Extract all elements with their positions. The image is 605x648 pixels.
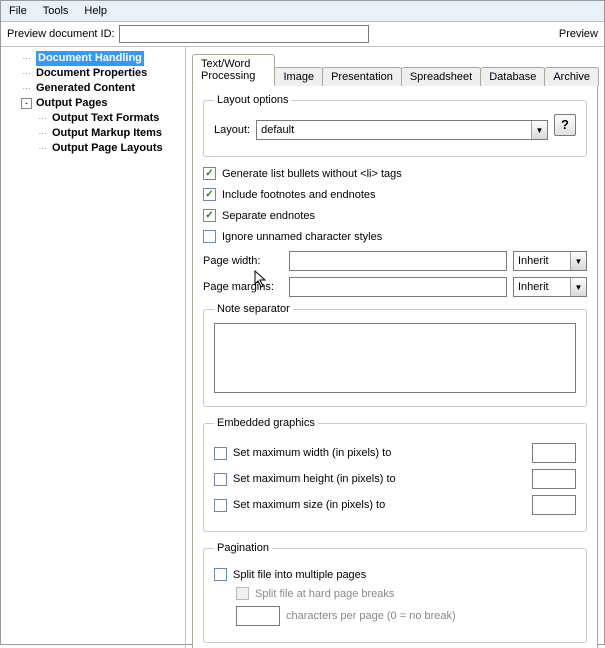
- tab-database[interactable]: Database: [480, 67, 545, 86]
- split-hard-label: Split file at hard page breaks: [255, 588, 394, 600]
- layout-select[interactable]: default ▼: [256, 120, 548, 140]
- tree-item-label: Output Pages: [36, 96, 108, 111]
- gen-bullets-checkbox[interactable]: [203, 167, 216, 180]
- embedded-graphics-legend: Embedded graphics: [214, 417, 318, 429]
- max-width-checkbox[interactable]: [214, 447, 227, 460]
- layout-options-group: Layout options ? Layout: default ▼: [203, 94, 587, 157]
- tree-item-label: Output Page Layouts: [52, 141, 163, 156]
- max-size-input[interactable]: [532, 495, 576, 515]
- note-separator-legend: Note separator: [214, 303, 293, 315]
- menubar: File Tools Help: [1, 1, 604, 22]
- tree-item[interactable]: ⋯ Document Handling: [3, 51, 183, 66]
- pagination-legend: Pagination: [214, 542, 272, 554]
- tree-item-label: Document Handling: [36, 51, 144, 66]
- ignore-styles-checkbox[interactable]: [203, 230, 216, 243]
- chars-per-page-label: characters per page (0 = no break): [286, 610, 456, 622]
- separate-endnotes-label: Separate endnotes: [222, 210, 315, 222]
- tree-item[interactable]: ⋯ Output Markup Items: [3, 126, 183, 141]
- chevron-down-icon: ▼: [570, 278, 586, 296]
- tree-item[interactable]: ⋯ Document Properties: [3, 66, 183, 81]
- preview-id-input[interactable]: [119, 25, 369, 43]
- tree-connector-icon: ⋯: [37, 126, 48, 141]
- split-pages-checkbox[interactable]: [214, 568, 227, 581]
- max-size-label: Set maximum size (in pixels) to: [233, 499, 526, 511]
- max-width-label: Set maximum width (in pixels) to: [233, 447, 526, 459]
- tab-archive[interactable]: Archive: [544, 67, 599, 86]
- max-height-label: Set maximum height (in pixels) to: [233, 473, 526, 485]
- tree-expander-icon[interactable]: -: [21, 98, 32, 109]
- toolbar: Preview document ID: Preview: [1, 22, 604, 47]
- pagination-group: Pagination Split file into multiple page…: [203, 542, 587, 643]
- help-button[interactable]: ?: [554, 114, 576, 136]
- layout-label: Layout:: [214, 124, 250, 136]
- chevron-down-icon: ▼: [531, 121, 547, 139]
- footnotes-label: Include footnotes and endnotes: [222, 189, 376, 201]
- max-width-input[interactable]: [532, 443, 576, 463]
- tree-connector-icon: ⋯: [21, 81, 32, 96]
- tab-presentation[interactable]: Presentation: [322, 67, 402, 86]
- page-margins-label: Page margins:: [203, 281, 283, 293]
- tree-connector-icon: ⋯: [37, 111, 48, 126]
- tree-item[interactable]: ⋯ Output Text Formats: [3, 111, 183, 126]
- max-height-input[interactable]: [532, 469, 576, 489]
- chars-per-page-input: [236, 606, 280, 626]
- tree-item-label: Output Markup Items: [52, 126, 162, 141]
- page-margins-input[interactable]: [289, 277, 507, 297]
- chevron-down-icon: ▼: [570, 252, 586, 270]
- ignore-styles-label: Ignore unnamed character styles: [222, 231, 382, 243]
- preview-id-label: Preview document ID:: [7, 28, 115, 40]
- split-pages-label: Split file into multiple pages: [233, 569, 366, 581]
- preview-button[interactable]: Preview: [559, 28, 598, 40]
- nav-tree[interactable]: ⋯ Document Handling ⋯ Document Properties ⋯ G…: [1, 47, 186, 648]
- tabbar: Text/Word ProcessingImagePresentationSpr…: [192, 53, 598, 86]
- page-width-units-value: Inherit: [514, 255, 570, 267]
- layout-options-legend: Layout options: [214, 94, 292, 106]
- tree-item[interactable]: ⋯ Generated Content: [3, 81, 183, 96]
- tree-item-label: Document Properties: [36, 66, 147, 81]
- embedded-graphics-group: Embedded graphics Set maximum width (in …: [203, 417, 587, 532]
- gen-bullets-label: Generate list bullets without <li> tags: [222, 168, 402, 180]
- page-margins-units[interactable]: Inherit ▼: [513, 277, 587, 297]
- note-separator-group: Note separator: [203, 303, 587, 407]
- tree-connector-icon: ⋯: [37, 141, 48, 156]
- tree-item-label: Generated Content: [36, 81, 135, 96]
- note-separator-input[interactable]: [214, 323, 576, 393]
- tree-connector-icon: ⋯: [21, 51, 32, 66]
- tab-spreadsheet[interactable]: Spreadsheet: [401, 67, 481, 86]
- tree-item[interactable]: -Output Pages: [3, 96, 183, 111]
- tab-text-word-processing[interactable]: Text/Word Processing: [192, 54, 275, 86]
- max-size-checkbox[interactable]: [214, 499, 227, 512]
- split-hard-checkbox: [236, 587, 249, 600]
- tab-image[interactable]: Image: [274, 67, 323, 86]
- layout-select-value: default: [257, 124, 531, 136]
- tree-connector-icon: ⋯: [21, 66, 32, 81]
- separate-endnotes-checkbox[interactable]: [203, 209, 216, 222]
- menu-tools[interactable]: Tools: [39, 3, 73, 19]
- max-height-checkbox[interactable]: [214, 473, 227, 486]
- menu-help[interactable]: Help: [80, 3, 111, 19]
- tree-item-label: Output Text Formats: [52, 111, 159, 126]
- page-margins-units-value: Inherit: [514, 281, 570, 293]
- tab-panel: Layout options ? Layout: default ▼ Gener…: [192, 86, 598, 648]
- page-width-input[interactable]: [289, 251, 507, 271]
- menu-file[interactable]: File: [5, 3, 31, 19]
- tree-item[interactable]: ⋯ Output Page Layouts: [3, 141, 183, 156]
- footnotes-checkbox[interactable]: [203, 188, 216, 201]
- page-width-units[interactable]: Inherit ▼: [513, 251, 587, 271]
- page-width-label: Page width:: [203, 255, 283, 267]
